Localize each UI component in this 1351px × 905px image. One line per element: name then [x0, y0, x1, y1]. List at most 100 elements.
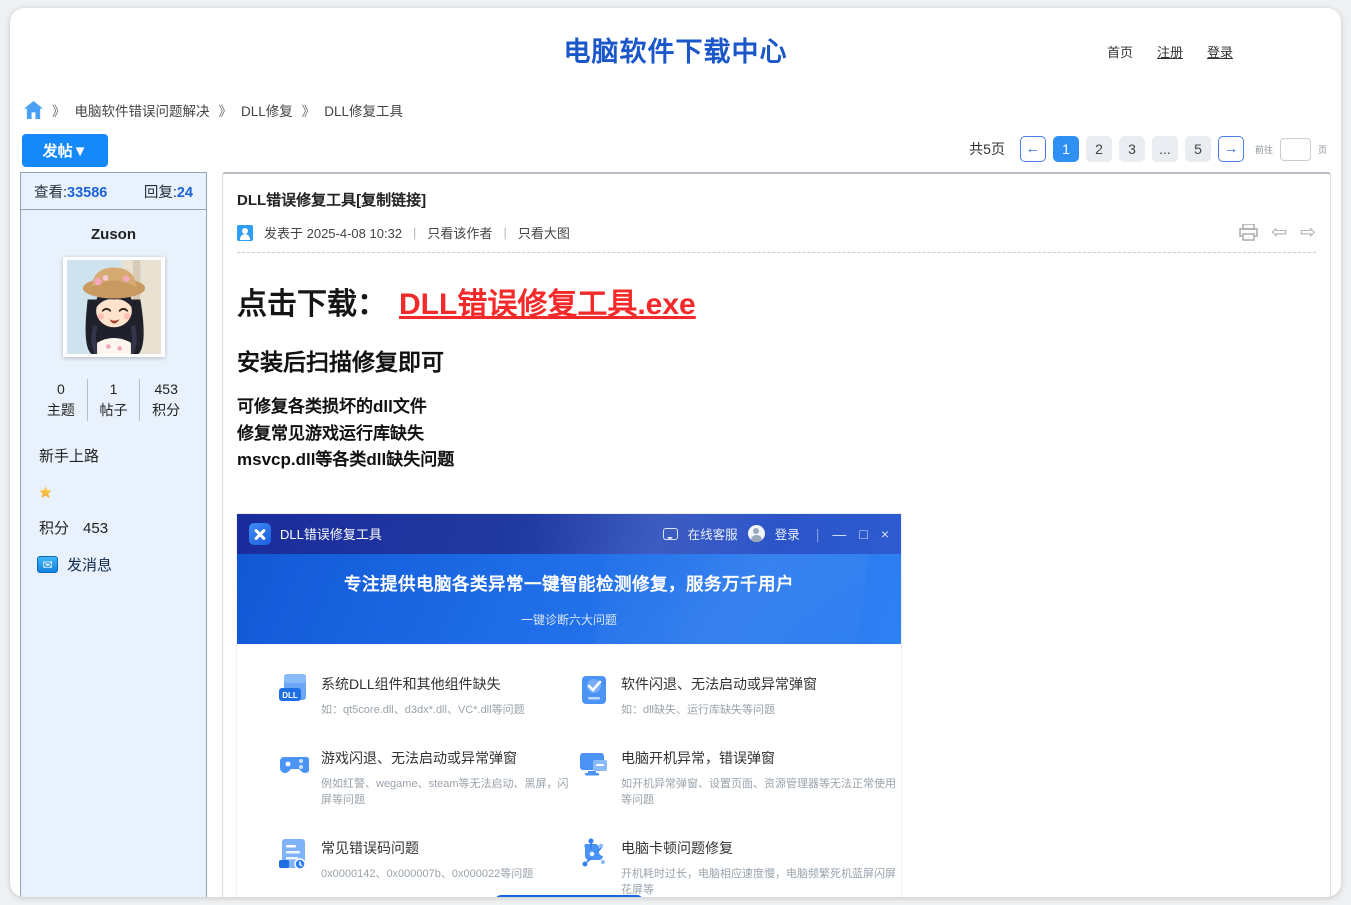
feature-desc: 如：qt5core.dll、d3dx*.dll、VC*.dll等问题 — [321, 701, 525, 717]
app-login-link: 登录 — [775, 524, 800, 543]
main-area: 查看:33586 回复:24 Zuson — [20, 172, 1331, 897]
post-title: DLL错误修复工具[复制链接] — [237, 174, 1316, 210]
feature-game-crash: 游戏闪退、无法启动或异常弹窗 例如红警、wegame、steam等无法启动、黑屏… — [279, 748, 579, 807]
page-button-5[interactable]: 5 — [1185, 136, 1211, 162]
monitor-icon — [579, 748, 609, 780]
feature-desc: 如：dll缺失、运行库缺失等问题 — [621, 701, 817, 717]
page-unit-label: 页 — [1318, 143, 1327, 156]
feature-app-crash: 软件闪退、无法启动或异常弹窗 如：dll缺失、运行库缺失等问题 — [579, 674, 901, 717]
breadcrumb: 》 电脑软件错误问题解决 》 DLL修复 》 DLL修复工具 — [24, 100, 403, 120]
feature-lag-fix: 电脑卡顿问题修复 开机耗时过长，电脑相应速度慢，电脑频繁死机蓝屏闪屏花屏等 — [579, 838, 901, 897]
replies-stat: 回复:24 — [144, 181, 193, 202]
scan-button-partial[interactable] — [495, 895, 643, 898]
author-stats: 0 主题 1 帖子 453 积分 — [35, 379, 192, 421]
send-message-button[interactable]: ✉ 发消息 — [37, 554, 192, 575]
login-avatar-icon — [748, 525, 765, 542]
banner-headline: 专注提供电脑各类异常一键智能检测修复，服务万千用户 — [237, 554, 901, 596]
breadcrumb-separator: 》 — [302, 100, 316, 120]
page-button-3[interactable]: 3 — [1119, 136, 1145, 162]
feature-error-codes: 常见错误码问题 0x0000142、0x000007b、0x000022等问题 — [279, 838, 579, 897]
only-images-link[interactable]: 只看大图 — [518, 223, 570, 242]
stat-points-label: 积分 — [140, 400, 192, 421]
chat-bubble-icon — [663, 528, 678, 540]
stat-posts[interactable]: 1 帖子 — [87, 379, 140, 421]
download-exe-link[interactable]: DLL错误修复工具.exe — [399, 288, 696, 321]
error-list-icon — [279, 838, 309, 870]
feature-dll-missing: DLL 系统DLL组件和其他组件缺失 如：qt5core.dll、d3dx*.d… — [279, 674, 579, 717]
post-meta-bar: 发表于 2025-4-08 10:32 | 只看该作者 | 只看大图 ⇦ ⇨ — [237, 223, 1316, 253]
views-stat: 查看:33586 — [34, 181, 107, 202]
breadcrumb-item-thread[interactable]: DLL修复工具 — [324, 100, 403, 120]
author-sidebar: 查看:33586 回复:24 Zuson — [20, 172, 207, 897]
svg-text:DLL: DLL — [282, 691, 298, 700]
download-heading: 点击下载： DLL错误修复工具.exe — [237, 279, 1316, 323]
points-value: 453 — [83, 520, 108, 537]
app-screenshot-image[interactable]: DLL错误修复工具 在线客服 登录 | — □ × — [237, 514, 901, 898]
feature-desc: 例如红警、wegame、steam等无法启动、黑屏，闪屏等问题 — [321, 775, 579, 807]
breadcrumb-item-forum[interactable]: 电脑软件错误问题解决 — [75, 100, 210, 120]
app-title: DLL错误修复工具 — [280, 524, 382, 543]
close-icon: × — [881, 526, 889, 542]
feature-title: 软件闪退、无法启动或异常弹窗 — [621, 674, 817, 694]
feature-title: 常见错误码问题 — [321, 838, 533, 858]
author-points-row: 积分453 — [39, 517, 192, 538]
nav-login-link[interactable]: 登录 — [1207, 42, 1233, 61]
stat-posts-label: 帖子 — [88, 400, 140, 421]
feature-grid: DLL 系统DLL组件和其他组件缺失 如：qt5core.dll、d3dx*.d… — [237, 644, 901, 897]
feature-title: 系统DLL组件和其他组件缺失 — [321, 674, 525, 694]
feature-boot-error: 电脑开机异常，错误弹窗 如开机异常弹窗、设置页面、资源管理器等无法正常使用等问题 — [579, 748, 901, 807]
post-body: 可修复各类损坏的dll文件 修复常见游戏运行库缺失 msvcp.dll等各类dl… — [237, 394, 1316, 474]
home-icon[interactable] — [24, 101, 43, 119]
author-username[interactable]: Zuson — [35, 226, 192, 243]
gamepad-icon — [279, 748, 309, 780]
author-avatar[interactable] — [63, 257, 165, 357]
feature-title: 电脑卡顿问题修复 — [621, 838, 901, 858]
next-thread-icon[interactable]: ⇨ — [1300, 223, 1316, 242]
only-author-link[interactable]: 只看该作者 — [427, 223, 492, 242]
views-count: 33586 — [67, 185, 107, 201]
feature-desc: 0x0000142、0x000007b、0x000022等问题 — [321, 865, 533, 881]
app-banner: 专注提供电脑各类异常一键智能检测修复，服务万千用户 一键诊断六大问题 — [237, 554, 901, 644]
dll-file-icon: DLL — [279, 674, 309, 706]
stat-topics[interactable]: 0 主题 — [35, 379, 87, 421]
replies-count: 24 — [177, 185, 193, 201]
rank-star-icon — [39, 486, 52, 499]
next-page-button[interactable]: → — [1218, 136, 1244, 162]
new-post-button[interactable]: 发帖▼ — [22, 134, 108, 167]
envelope-icon: ✉ — [37, 556, 58, 573]
check-square-icon — [579, 674, 609, 706]
breadcrumb-item-subforum[interactable]: DLL修复 — [241, 100, 293, 120]
page-button-2[interactable]: 2 — [1086, 136, 1112, 162]
post-content: DLL错误修复工具[复制链接] 发表于 2025-4-08 10:32 | 只看… — [222, 172, 1331, 897]
chip-icon — [579, 838, 609, 870]
feature-desc: 如开机异常弹窗、设置页面、资源管理器等无法正常使用等问题 — [621, 775, 901, 807]
avatar-illustration — [66, 260, 162, 354]
author-rank: 新手上路 — [39, 445, 192, 466]
banner-subline: 一键诊断六大问题 — [237, 611, 901, 628]
author-icon — [237, 225, 253, 241]
body-line: 可修复各类损坏的dll文件 — [237, 394, 1316, 421]
download-label: 点击下载： — [237, 288, 387, 321]
stat-points[interactable]: 453 积分 — [139, 379, 192, 421]
prev-page-button[interactable]: ← — [1020, 136, 1046, 162]
feature-title: 电脑开机异常，错误弹窗 — [621, 748, 901, 768]
nav-register-link[interactable]: 注册 — [1157, 42, 1183, 61]
goto-page-label: 前往 — [1255, 143, 1273, 156]
breadcrumb-separator: 》 — [52, 100, 66, 120]
stat-points-value: 453 — [140, 379, 192, 400]
page-ellipsis: ... — [1152, 136, 1178, 162]
feature-title: 游戏闪退、无法启动或异常弹窗 — [321, 748, 579, 768]
print-icon[interactable] — [1239, 224, 1258, 241]
nav-home-link[interactable]: 首页 — [1107, 42, 1133, 61]
app-titlebar: DLL错误修复工具 在线客服 登录 | — □ × — [237, 514, 901, 554]
body-line: 修复常见游戏运行库缺失 — [237, 421, 1316, 448]
app-logo-icon — [249, 523, 271, 545]
page-button-1[interactable]: 1 — [1053, 136, 1079, 162]
stat-topics-label: 主题 — [35, 400, 87, 421]
page-count-label: 共5页 — [969, 139, 1005, 159]
pagination: 共5页 ← 1 2 3 ... 5 → 前往 页 — [969, 136, 1327, 162]
top-nav: 首页 注册 登录 — [1107, 42, 1233, 61]
page-card: 电脑软件下载中心 首页 注册 登录 》 电脑软件错误问题解决 》 DLL修复 》… — [10, 8, 1341, 897]
goto-page-input[interactable] — [1280, 138, 1311, 161]
prev-thread-icon[interactable]: ⇦ — [1271, 223, 1287, 242]
